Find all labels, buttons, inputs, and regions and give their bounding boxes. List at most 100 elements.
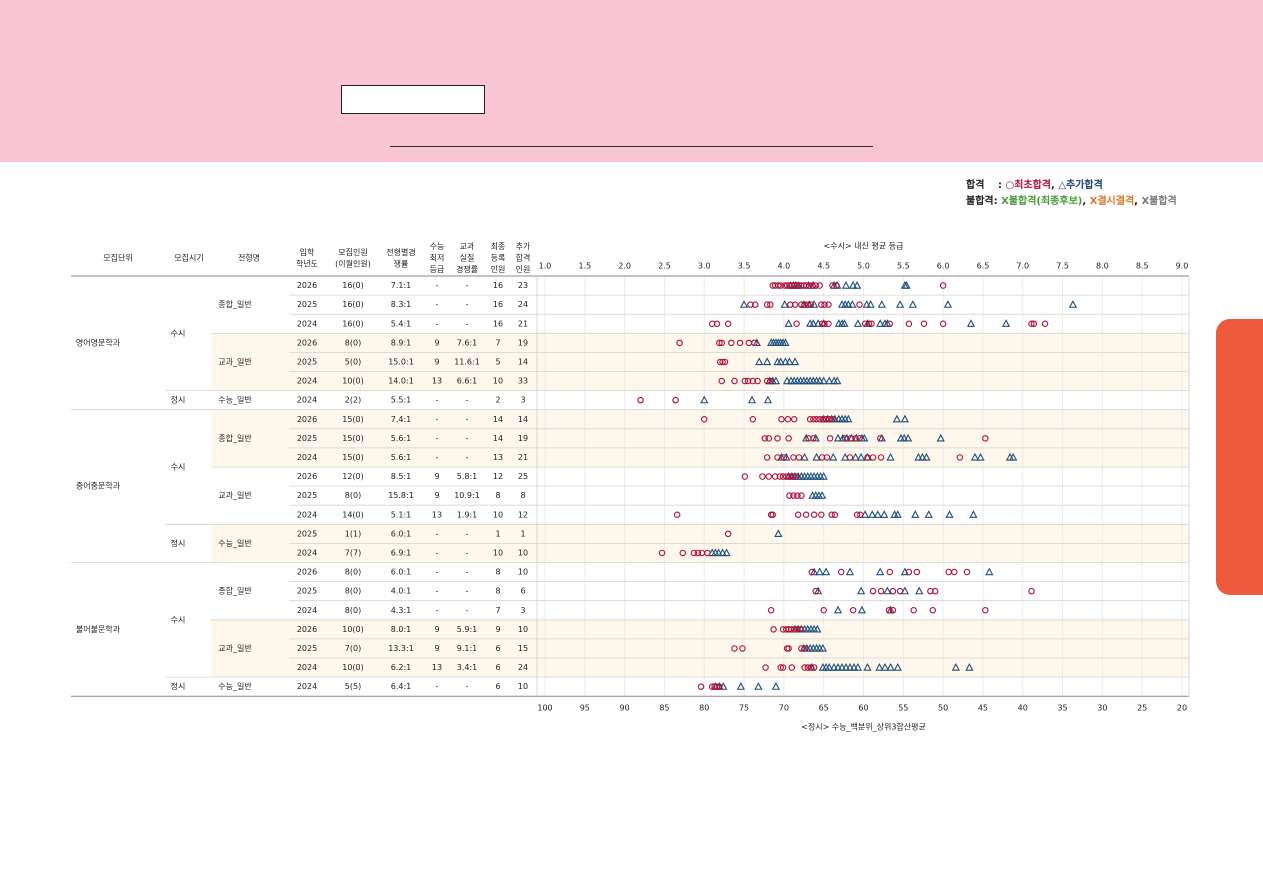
header-csat-min-0: 수능: [430, 242, 445, 251]
cell-quota-14: 7(7): [345, 548, 361, 557]
cell-year-7: 2026: [297, 415, 317, 424]
cell-subj-4: 11.6:1: [454, 357, 480, 366]
top-tick-4: 3.0: [698, 262, 711, 271]
cell-quota-4: 5(0): [345, 357, 361, 366]
marker-additional-15-3: [845, 567, 855, 576]
header-year-0: 입학: [300, 247, 315, 257]
cell-csat-12: 13: [432, 510, 442, 519]
cell-add-11: 8: [520, 491, 525, 500]
header-year-1: 학년도: [296, 258, 318, 268]
cell-add-18: 10: [518, 625, 528, 634]
cell-csat-20: 13: [432, 663, 442, 672]
cell-subj-18: 5.9:1: [457, 625, 478, 634]
cell-add-8: 19: [518, 434, 528, 443]
marker-first-16-2: [877, 587, 885, 595]
period-5: 정시: [171, 681, 186, 691]
marker-additional-2-0: [784, 319, 793, 327]
cell-comp-13: 6.0:1: [391, 529, 412, 538]
marker-additional-16-2: [883, 586, 892, 595]
cell-comp-21: 6.4:1: [391, 682, 412, 691]
cell-quota-13: 1(1): [345, 529, 361, 538]
cell-subj-6: -: [466, 396, 469, 405]
cell-year-10: 2026: [297, 472, 317, 481]
top-tick-6: 4.0: [778, 262, 791, 271]
cell-quota-12: 14(0): [342, 510, 364, 519]
cell-subj-11: 10.9:1: [454, 491, 480, 500]
header-additional-1: 합격: [516, 253, 531, 263]
cell-quota-10: 12(0): [342, 472, 364, 481]
marker-first-16-4: [896, 587, 904, 595]
marker-additional-21-3: [736, 682, 745, 690]
cell-comp-0: 7.1:1: [391, 281, 412, 290]
cell-year-12: 2024: [297, 510, 317, 519]
cell-year-1: 2025: [297, 300, 317, 309]
cell-quota-7: 15(0): [342, 415, 364, 424]
cell-comp-1: 8.3:1: [391, 300, 412, 309]
marker-first-10-1: [759, 473, 766, 480]
cell-csat-13: -: [436, 529, 439, 538]
cell-csat-8: -: [436, 434, 439, 443]
marker-first-2-16: [1041, 320, 1049, 327]
cell-final-10: 12: [493, 472, 503, 481]
cell-subj-0: -: [466, 281, 469, 290]
marker-additional-2-14: [1001, 319, 1011, 327]
cell-add-13: 1: [520, 529, 525, 538]
cell-subj-14: -: [466, 548, 469, 557]
period-1: 정시: [171, 395, 186, 405]
cell-year-13: 2025: [297, 529, 317, 538]
cell-year-9: 2024: [297, 453, 317, 462]
cell-csat-1: -: [436, 300, 439, 309]
cell-quota-17: 8(0): [345, 606, 361, 615]
type-8: 수능_일반: [218, 682, 252, 691]
marker-first-15-6: [951, 568, 958, 576]
cell-final-11: 8: [495, 491, 500, 500]
header-unit: 모집단위: [103, 253, 132, 263]
department-2: 불어불문학과: [76, 624, 121, 634]
header-csat-min-1: 최저: [430, 253, 445, 263]
cell-comp-15: 6.0:1: [391, 568, 412, 577]
cell-quota-8: 15(0): [342, 434, 364, 443]
marker-first-17-2: [849, 606, 857, 614]
marker-first-12-4: [802, 511, 810, 518]
cell-final-1: 16: [493, 300, 503, 309]
cell-comp-11: 15.8:1: [388, 491, 414, 500]
cell-add-6: 3: [520, 396, 525, 405]
cell-csat-0: -: [436, 281, 439, 290]
marker-first-12-3: [794, 511, 802, 518]
cell-csat-4: 9: [434, 357, 439, 366]
header-subject-comp-2: 경쟁률: [456, 264, 478, 274]
marker-additional-17-1: [857, 605, 867, 614]
header-subject-comp-1: 실질: [460, 253, 475, 263]
bottom-tick-7: 65: [819, 704, 829, 713]
bottom-tick-11: 45: [978, 704, 988, 713]
cell-csat-9: -: [436, 453, 439, 462]
cell-year-20: 2024: [297, 663, 317, 672]
cell-year-21: 2024: [297, 682, 317, 691]
cell-quota-0: 16(0): [342, 281, 364, 290]
cell-final-15: 8: [495, 568, 500, 577]
top-tick-8: 5.0: [857, 262, 870, 271]
marker-additional-2-13: [966, 319, 976, 327]
cell-final-0: 16: [493, 281, 503, 290]
marker-additional-12-7: [924, 510, 933, 518]
type-4: 교과_일반: [218, 491, 252, 500]
cell-year-8: 2025: [297, 434, 317, 443]
cell-year-17: 2024: [297, 606, 317, 615]
marker-first-2-12: [920, 320, 928, 327]
marker-additional-12-6: [911, 510, 920, 518]
marker-additional-12-3: [880, 510, 889, 518]
top-tick-3: 2.5: [658, 262, 671, 271]
cell-add-10: 25: [518, 472, 528, 481]
bottom-tick-14: 30: [1097, 704, 1107, 713]
bottom-tick-0: 100: [537, 704, 552, 713]
cell-add-15: 10: [518, 568, 528, 577]
cell-year-19: 2025: [297, 644, 317, 653]
bottom-tick-13: 35: [1057, 704, 1067, 713]
cell-final-17: 7: [495, 606, 500, 615]
cell-comp-5: 14.0:1: [388, 377, 414, 386]
marker-additional-21-4: [754, 682, 763, 690]
period-0: 수시: [171, 329, 186, 338]
type-7: 교과_일반: [218, 644, 252, 653]
marker-first-6-1: [672, 396, 679, 404]
period-2: 수시: [171, 463, 186, 472]
